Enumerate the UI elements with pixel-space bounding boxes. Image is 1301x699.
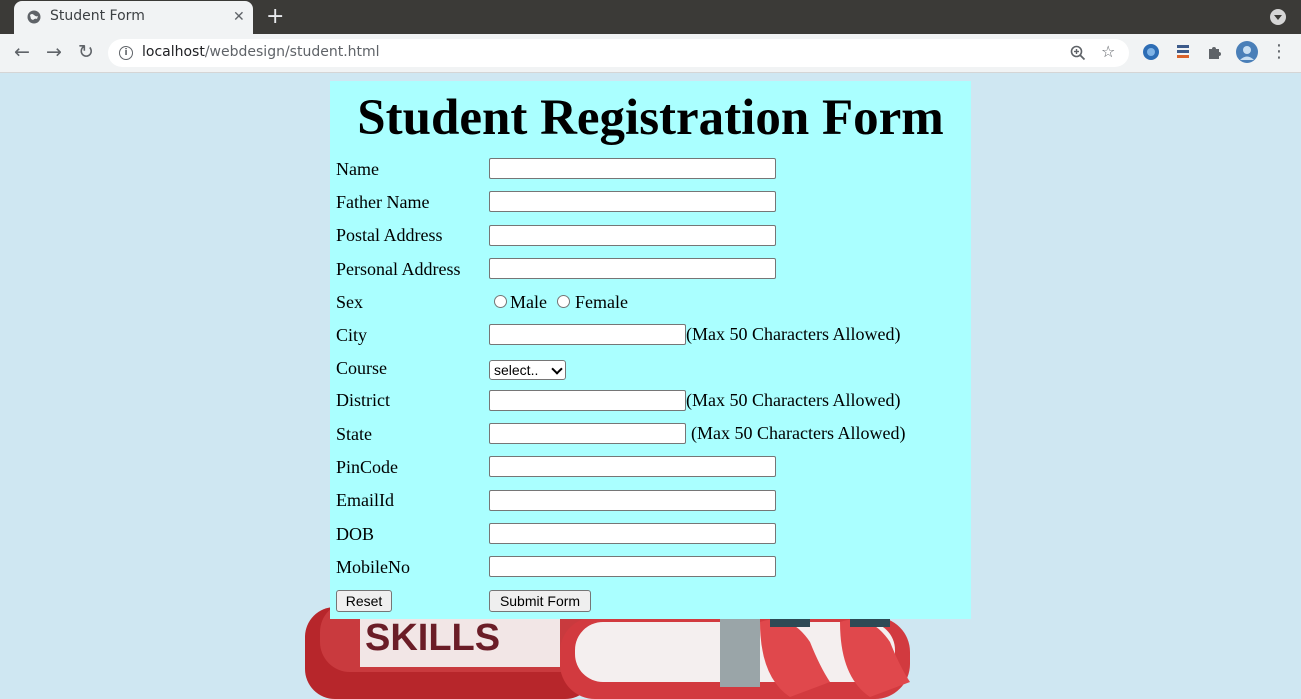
name-label: Name (336, 159, 379, 179)
background-skills-text: SKILLS (365, 617, 500, 659)
page-title: Student Registration Form (357, 90, 944, 146)
district-hint: (Max 50 Characters Allowed) (686, 390, 901, 410)
postal-address-input[interactable] (489, 225, 776, 246)
course-select[interactable]: select.. (489, 360, 566, 380)
zoom-icon[interactable] (1070, 45, 1086, 61)
sex-label: Sex (336, 292, 363, 312)
browser-menu-icon[interactable]: ⋮ (1267, 40, 1291, 64)
mobile-input[interactable] (489, 556, 776, 577)
registration-form: Student Registration Form Name Father Na… (330, 81, 971, 619)
pincode-input[interactable] (489, 456, 776, 477)
personal-address-label: Personal Address (336, 259, 461, 279)
url-text: localhost/webdesign/student.html (142, 44, 380, 60)
email-label: EmailId (336, 490, 394, 510)
city-hint: (Max 50 Characters Allowed) (686, 324, 901, 344)
submit-button[interactable]: Submit Form (489, 590, 591, 612)
dob-input[interactable] (489, 523, 776, 544)
state-hint: (Max 50 Characters Allowed) (691, 423, 906, 443)
pincode-label: PinCode (336, 457, 399, 477)
sex-female-label: Female (575, 292, 628, 312)
url-host: localhost (142, 44, 205, 60)
reset-button[interactable]: Reset (336, 590, 392, 612)
forward-icon[interactable]: → (42, 40, 66, 64)
reload-icon[interactable]: ↻ (74, 40, 98, 64)
district-label: District (336, 390, 390, 410)
back-icon[interactable]: ← (10, 40, 34, 64)
city-label: City (336, 325, 368, 345)
father-name-input[interactable] (489, 191, 776, 212)
tab-close-icon[interactable]: ✕ (233, 9, 245, 25)
course-label: Course (336, 358, 387, 378)
extension-blue-icon[interactable] (1141, 42, 1161, 62)
state-label: State (336, 424, 372, 444)
personal-address-input[interactable] (489, 258, 776, 279)
father-name-label: Father Name (336, 192, 430, 212)
state-input[interactable] (489, 423, 686, 444)
email-input[interactable] (489, 490, 776, 511)
new-tab-icon[interactable]: + (266, 5, 284, 29)
url-path: /webdesign/student.html (204, 44, 380, 60)
browser-toolbar: ← → ↻ i localhost/webdesign/student.html… (0, 34, 1301, 73)
extension-stack-icon[interactable] (1173, 42, 1193, 62)
browser-tab-bar: Student Form ✕ + (0, 0, 1301, 34)
browser-tab[interactable]: Student Form ✕ (14, 1, 253, 34)
postal-address-label: Postal Address (336, 225, 443, 245)
sex-male-label: Male (510, 292, 547, 312)
district-input[interactable] (489, 390, 686, 411)
course-selected-value: select.. (494, 362, 539, 378)
chevron-down-icon (551, 363, 563, 375)
avatar[interactable] (1236, 41, 1258, 63)
info-icon[interactable]: i (119, 46, 133, 60)
globe-icon (27, 10, 41, 24)
sex-male-radio[interactable] (494, 295, 507, 308)
address-bar[interactable]: i localhost/webdesign/student.html ☆ (108, 39, 1129, 67)
star-icon[interactable]: ☆ (1101, 42, 1115, 62)
name-input[interactable] (489, 158, 776, 179)
tab-title: Student Form (50, 8, 145, 24)
city-input[interactable] (489, 324, 686, 345)
mobile-label: MobileNo (336, 557, 410, 577)
tab-search-icon[interactable] (1270, 9, 1286, 25)
sex-female-radio[interactable] (557, 295, 570, 308)
dob-label: DOB (336, 524, 375, 544)
extensions-puzzle-icon[interactable] (1205, 42, 1225, 62)
